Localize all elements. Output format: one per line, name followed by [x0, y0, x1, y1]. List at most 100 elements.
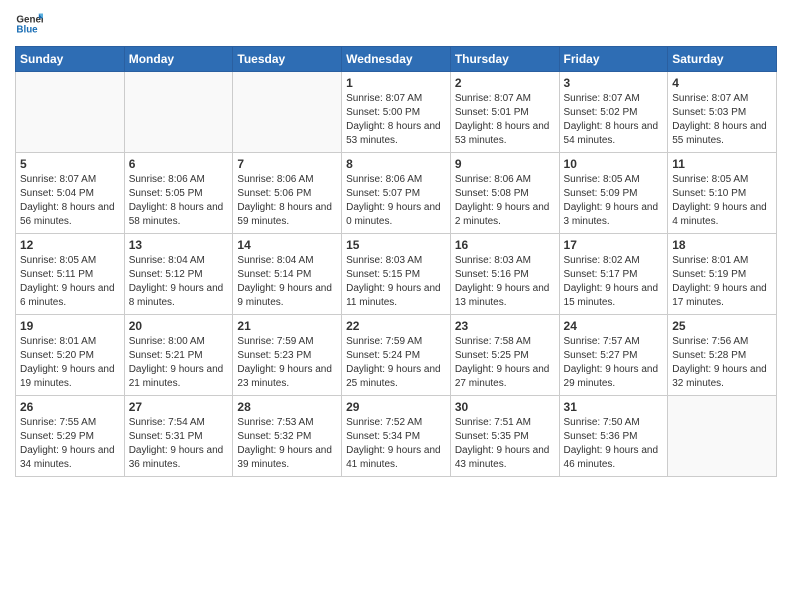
day-info: Sunrise: 8:07 AM Sunset: 5:01 PM Dayligh… — [455, 92, 555, 148]
calendar-cell: 18Sunrise: 8:01 AM Sunset: 5:19 PM Dayli… — [668, 234, 777, 315]
day-number: 20 — [129, 319, 229, 333]
calendar-cell: 1 Sunrise: 8:07 AM Sunset: 5:00 PM Daylig… — [342, 72, 451, 153]
day-number: 11 — [672, 157, 772, 171]
day-number: 4 — [672, 76, 772, 90]
calendar-cell: 16Sunrise: 8:03 AM Sunset: 5:16 PM Dayli… — [450, 234, 559, 315]
calendar-cell: 30 Sunrise: 7:51 AM Sunset: 5:35 PM Dayli… — [450, 396, 559, 477]
calendar-cell: 22 Sunrise: 7:59 AM Sunset: 5:24 PM Dayli… — [342, 315, 451, 396]
day-info: Sunrise: 8:06 AM Sunset: 5:06 PM Dayligh… — [237, 173, 337, 229]
calendar-cell: 21 Sunrise: 7:59 AM Sunset: 5:23 PM Dayli… — [233, 315, 342, 396]
day-number: 8 — [346, 157, 446, 171]
page-container: General Blue SundayMondayTuesdayWednesda… — [0, 0, 792, 487]
calendar-cell: 24Sunrise: 7:57 AM Sunset: 5:27 PM Dayli… — [559, 315, 668, 396]
day-number: 30 — [455, 400, 555, 414]
calendar-cell — [668, 396, 777, 477]
day-info: Sunrise: 8:06 AM Sunset: 5:08 PM Dayligh… — [455, 173, 555, 229]
calendar-cell: 4 Sunrise: 8:07 AM Sunset: 5:03 PM Daylig… — [668, 72, 777, 153]
day-info: Sunrise: 8:02 AM Sunset: 5:17 PM Dayligh… — [564, 254, 664, 310]
day-info: Sunrise: 8:04 AM Sunset: 5:14 PM Dayligh… — [237, 254, 337, 310]
day-number: 26 — [20, 400, 120, 414]
calendar-cell: 29Sunrise: 7:52 AM Sunset: 5:34 PM Dayli… — [342, 396, 451, 477]
calendar-cell: 17Sunrise: 8:02 AM Sunset: 5:17 PM Dayli… — [559, 234, 668, 315]
day-number: 28 — [237, 400, 337, 414]
weekday-header: Tuesday — [233, 47, 342, 72]
calendar-cell: 15Sunrise: 8:03 AM Sunset: 5:15 PM Dayli… — [342, 234, 451, 315]
day-number: 31 — [564, 400, 664, 414]
calendar-cell: 2 Sunrise: 8:07 AM Sunset: 5:01 PM Daylig… — [450, 72, 559, 153]
day-number: 25 — [672, 319, 772, 333]
calendar-cell: 6Sunrise: 8:06 AM Sunset: 5:05 PM Daylig… — [124, 153, 233, 234]
calendar-week-row: 12 Sunrise: 8:05 AM Sunset: 5:11 PM Dayli… — [16, 234, 777, 315]
calendar-cell: 14 Sunrise: 8:04 AM Sunset: 5:14 PM Dayli… — [233, 234, 342, 315]
day-number: 9 — [455, 157, 555, 171]
day-info: Sunrise: 7:56 AM Sunset: 5:28 PM Dayligh… — [672, 335, 772, 391]
day-info: Sunrise: 7:54 AM Sunset: 5:31 PM Dayligh… — [129, 416, 229, 472]
calendar-cell: 10 Sunrise: 8:05 AM Sunset: 5:09 PM Dayli… — [559, 153, 668, 234]
day-number: 2 — [455, 76, 555, 90]
weekday-header-row: SundayMondayTuesdayWednesdayThursdayFrid… — [16, 47, 777, 72]
calendar-cell: 27 Sunrise: 7:54 AM Sunset: 5:31 PM Dayli… — [124, 396, 233, 477]
calendar-cell: 28Sunrise: 7:53 AM Sunset: 5:32 PM Dayli… — [233, 396, 342, 477]
calendar-cell — [233, 72, 342, 153]
svg-text:Blue: Blue — [16, 24, 38, 35]
calendar-week-row: 5 Sunrise: 8:07 AM Sunset: 5:04 PM Daylig… — [16, 153, 777, 234]
day-number: 18 — [672, 238, 772, 252]
day-info: Sunrise: 8:03 AM Sunset: 5:16 PM Dayligh… — [455, 254, 555, 310]
calendar-week-row: 26 Sunrise: 7:55 AM Sunset: 5:29 PM Dayli… — [16, 396, 777, 477]
logo-icon: General Blue — [15, 10, 43, 38]
day-number: 13 — [129, 238, 229, 252]
day-number: 24 — [564, 319, 664, 333]
calendar-cell: 20 Sunrise: 8:00 AM Sunset: 5:21 PM Dayli… — [124, 315, 233, 396]
day-number: 1 — [346, 76, 446, 90]
day-number: 27 — [129, 400, 229, 414]
day-number: 10 — [564, 157, 664, 171]
calendar-cell: 11 Sunrise: 8:05 AM Sunset: 5:10 PM Dayli… — [668, 153, 777, 234]
calendar-cell: 12 Sunrise: 8:05 AM Sunset: 5:11 PM Dayli… — [16, 234, 125, 315]
weekday-header: Friday — [559, 47, 668, 72]
weekday-header: Wednesday — [342, 47, 451, 72]
day-info: Sunrise: 7:50 AM Sunset: 5:36 PM Dayligh… — [564, 416, 664, 472]
day-info: Sunrise: 8:06 AM Sunset: 5:05 PM Dayligh… — [129, 173, 229, 229]
day-info: Sunrise: 8:00 AM Sunset: 5:21 PM Dayligh… — [129, 335, 229, 391]
day-info: Sunrise: 7:59 AM Sunset: 5:23 PM Dayligh… — [237, 335, 337, 391]
calendar-cell: 8Sunrise: 8:06 AM Sunset: 5:07 PM Daylig… — [342, 153, 451, 234]
calendar-cell: 13 Sunrise: 8:04 AM Sunset: 5:12 PM Dayli… — [124, 234, 233, 315]
day-info: Sunrise: 8:03 AM Sunset: 5:15 PM Dayligh… — [346, 254, 446, 310]
day-info: Sunrise: 7:58 AM Sunset: 5:25 PM Dayligh… — [455, 335, 555, 391]
day-info: Sunrise: 8:07 AM Sunset: 5:03 PM Dayligh… — [672, 92, 772, 148]
day-number: 21 — [237, 319, 337, 333]
calendar-cell: 23 Sunrise: 7:58 AM Sunset: 5:25 PM Dayli… — [450, 315, 559, 396]
day-number: 22 — [346, 319, 446, 333]
day-number: 14 — [237, 238, 337, 252]
calendar-cell: 9 Sunrise: 8:06 AM Sunset: 5:08 PM Daylig… — [450, 153, 559, 234]
day-info: Sunrise: 7:51 AM Sunset: 5:35 PM Dayligh… — [455, 416, 555, 472]
calendar-cell — [124, 72, 233, 153]
calendar-cell: 19Sunrise: 8:01 AM Sunset: 5:20 PM Dayli… — [16, 315, 125, 396]
header: General Blue — [15, 10, 777, 38]
calendar-cell: 5 Sunrise: 8:07 AM Sunset: 5:04 PM Daylig… — [16, 153, 125, 234]
day-info: Sunrise: 8:05 AM Sunset: 5:11 PM Dayligh… — [20, 254, 120, 310]
day-info: Sunrise: 7:52 AM Sunset: 5:34 PM Dayligh… — [346, 416, 446, 472]
day-info: Sunrise: 7:59 AM Sunset: 5:24 PM Dayligh… — [346, 335, 446, 391]
calendar-week-row: 19Sunrise: 8:01 AM Sunset: 5:20 PM Dayli… — [16, 315, 777, 396]
day-number: 19 — [20, 319, 120, 333]
calendar-cell: 25 Sunrise: 7:56 AM Sunset: 5:28 PM Dayli… — [668, 315, 777, 396]
calendar-week-row: 1 Sunrise: 8:07 AM Sunset: 5:00 PM Daylig… — [16, 72, 777, 153]
day-number: 23 — [455, 319, 555, 333]
day-info: Sunrise: 8:04 AM Sunset: 5:12 PM Dayligh… — [129, 254, 229, 310]
day-number: 12 — [20, 238, 120, 252]
calendar-cell: 31 Sunrise: 7:50 AM Sunset: 5:36 PM Dayli… — [559, 396, 668, 477]
day-number: 5 — [20, 157, 120, 171]
day-info: Sunrise: 8:07 AM Sunset: 5:04 PM Dayligh… — [20, 173, 120, 229]
day-info: Sunrise: 7:55 AM Sunset: 5:29 PM Dayligh… — [20, 416, 120, 472]
day-info: Sunrise: 8:07 AM Sunset: 5:02 PM Dayligh… — [564, 92, 664, 148]
weekday-header: Thursday — [450, 47, 559, 72]
weekday-header: Monday — [124, 47, 233, 72]
day-number: 3 — [564, 76, 664, 90]
day-info: Sunrise: 8:05 AM Sunset: 5:09 PM Dayligh… — [564, 173, 664, 229]
day-info: Sunrise: 8:07 AM Sunset: 5:00 PM Dayligh… — [346, 92, 446, 148]
calendar-cell: 26 Sunrise: 7:55 AM Sunset: 5:29 PM Dayli… — [16, 396, 125, 477]
day-number: 7 — [237, 157, 337, 171]
logo: General Blue — [15, 10, 43, 38]
day-info: Sunrise: 8:05 AM Sunset: 5:10 PM Dayligh… — [672, 173, 772, 229]
